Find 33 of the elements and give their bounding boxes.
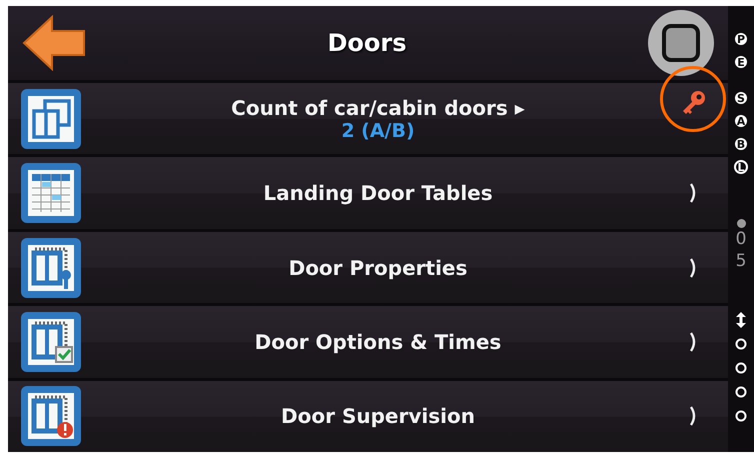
mode-badge: E: [734, 55, 748, 69]
menu-row[interactable]: Door Options & Times: [8, 303, 728, 378]
dot-icon: [736, 219, 746, 228]
door-panels-icon: [20, 88, 82, 150]
counter-digit: 5: [736, 250, 746, 272]
menu-row[interactable]: Landing Door Tables: [8, 154, 728, 229]
row-label: Door Options & Times: [254, 330, 502, 354]
highlight-ring: [660, 66, 726, 132]
door-checkmark-icon: [20, 310, 82, 373]
table-icon: [20, 162, 82, 224]
row-label: Count of car/cabin doors ▸: [231, 96, 525, 120]
row-label: Landing Door Tables: [263, 181, 493, 206]
menu-row[interactable]: Count of car/cabin doors ▸ 2 (A/B): [8, 80, 728, 154]
counter-digit: 0: [736, 228, 746, 250]
empty-slot-icon: [735, 386, 747, 398]
empty-slot-icon: [735, 338, 747, 350]
door-warning-icon: [20, 385, 82, 448]
menu-row[interactable]: Door Properties: [8, 228, 728, 304]
mode-badge: S: [734, 91, 748, 105]
row-value: 2 (A/B): [341, 120, 415, 142]
screen-title: Doors: [327, 29, 407, 57]
empty-slot-icon: [735, 362, 747, 374]
mode-badge: A: [734, 114, 748, 128]
row-label: Door Properties: [288, 256, 468, 280]
row-label: Door Supervision: [281, 404, 475, 428]
mode-badge: P: [734, 32, 748, 46]
back-arrow-icon[interactable]: [22, 15, 86, 71]
door-wrench-icon: [20, 236, 82, 299]
up-down-arrow-icon: [736, 312, 746, 328]
empty-slot-icon: [735, 410, 747, 422]
menu-row[interactable]: Door Supervision: [8, 378, 728, 452]
mode-badge: B: [734, 137, 748, 151]
mode-badge: L: [734, 160, 748, 174]
